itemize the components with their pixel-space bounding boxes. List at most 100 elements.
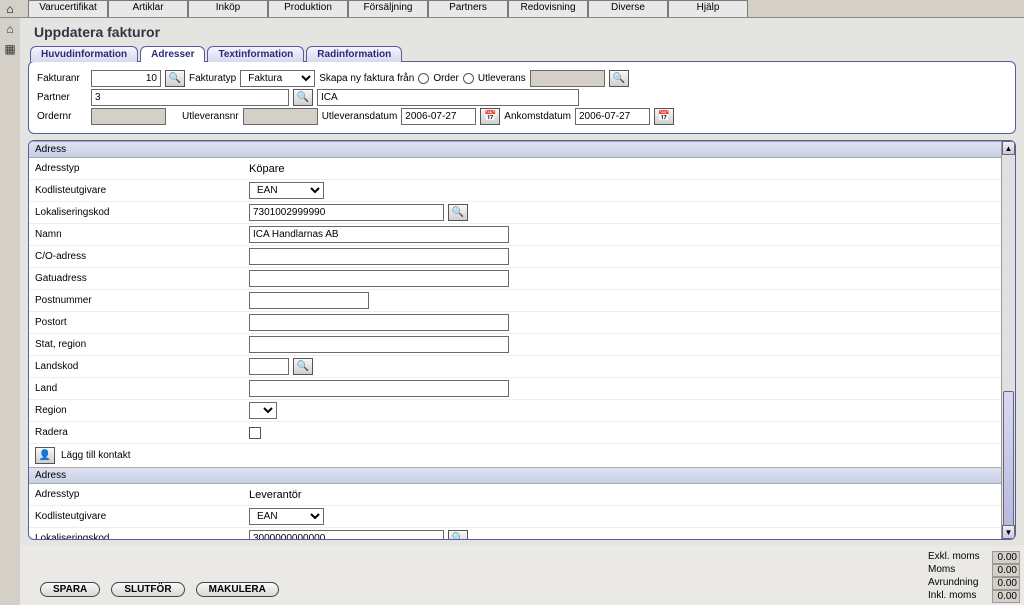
lokal1-label: Lokaliseringskod <box>29 207 249 218</box>
totals-box: Exkl. moms0.00 Moms0.00 Avrundning0.00 I… <box>928 551 1020 603</box>
utleveransnr-input[interactable] <box>243 108 318 125</box>
ankomstdatum-calendar-icon[interactable]: 📅 <box>654 108 674 125</box>
fakturatyp-select[interactable]: Faktura <box>240 70 315 87</box>
gatu1-input[interactable] <box>249 270 509 287</box>
ordernr-label: Ordernr <box>37 111 87 122</box>
left-sidebar: ⌂ ▦ <box>0 18 20 56</box>
partner-label: Partner <box>37 92 87 103</box>
tab-radinformation[interactable]: Radinformation <box>306 46 402 62</box>
lokal2-search-icon[interactable]: 🔍 <box>448 530 468 539</box>
utleverans-radio[interactable] <box>463 73 474 84</box>
stat1-label: Stat, region <box>29 339 249 350</box>
fakturanr-search-icon[interactable]: 🔍 <box>165 70 185 87</box>
kodlist2-label: Kodlisteutgivare <box>29 511 249 522</box>
tab-row: Huvudinformation Adresser Textinformatio… <box>30 46 1020 62</box>
address-scroll-panel: Adress AdresstypKöpare KodlisteutgivareE… <box>28 140 1016 540</box>
avr-value: 0.00 <box>992 577 1020 590</box>
header-card: Fakturanr 🔍 Fakturatyp Faktura Skapa ny … <box>28 61 1016 134</box>
adresstyp1-value: Köpare <box>249 163 284 175</box>
scroll-thumb[interactable] <box>1003 391 1014 531</box>
makulera-button[interactable]: MAKULERA <box>196 582 279 597</box>
toolbar-forsaljning[interactable]: Försäljning <box>348 0 428 17</box>
kodlist1-label: Kodlisteutgivare <box>29 185 249 196</box>
land1-label: Land <box>29 383 249 394</box>
add-contact-label[interactable]: Lägg till kontakt <box>61 450 131 461</box>
partner-code-input[interactable] <box>91 89 289 106</box>
tab-adresser[interactable]: Adresser <box>140 46 205 62</box>
utleverans-input[interactable] <box>530 70 605 87</box>
skapa-label: Skapa ny faktura från <box>319 73 414 84</box>
address2-header: Adress <box>29 467 1001 484</box>
land1-input[interactable] <box>249 380 509 397</box>
home-icon-2[interactable]: ⌂ <box>6 22 13 36</box>
lokal2-input[interactable] <box>249 530 444 539</box>
toolbar-partners[interactable]: Partners <box>428 0 508 17</box>
postnr1-input[interactable] <box>249 292 369 309</box>
radera1-label: Radera <box>29 427 249 438</box>
region1-select[interactable] <box>249 402 277 419</box>
radera1-checkbox[interactable] <box>249 427 261 439</box>
inkl-label: Inkl. moms <box>928 590 988 603</box>
stat1-input[interactable] <box>249 336 509 353</box>
partner-name-input[interactable] <box>317 89 579 106</box>
toolbar-hjalp[interactable]: Hjälp <box>668 0 748 17</box>
tab-huvudinformation[interactable]: Huvudinformation <box>30 46 138 62</box>
spara-button[interactable]: SPARA <box>40 582 100 597</box>
toolbar-inkop[interactable]: Inköp <box>188 0 268 17</box>
utleveransnr-label: Utleveransnr <box>182 111 239 122</box>
ordernr-input[interactable] <box>91 108 166 125</box>
footer: SPARA SLUTFÖR MAKULERA Exkl. moms0.00 Mo… <box>20 545 1024 605</box>
tab-textinformation[interactable]: Textinformation <box>207 46 304 62</box>
toolbar-produktion[interactable]: Produktion <box>268 0 348 17</box>
page-title: Uppdatera fakturor <box>34 24 1016 40</box>
lokal1-search-icon[interactable]: 🔍 <box>448 204 468 221</box>
gatu1-label: Gatuadress <box>29 273 249 284</box>
lokal2-label: Lokaliseringskod <box>29 533 249 539</box>
kodlist2-select[interactable]: EAN <box>249 508 324 525</box>
slutfor-button[interactable]: SLUTFÖR <box>111 582 184 597</box>
order-label: Order <box>433 73 459 84</box>
toolbar-artiklar[interactable]: Artiklar <box>108 0 188 17</box>
namn1-input[interactable] <box>249 226 509 243</box>
landskod1-label: Landskod <box>29 361 249 372</box>
kodlist1-select[interactable]: EAN <box>249 182 324 199</box>
fakturatyp-label: Fakturatyp <box>189 73 236 84</box>
toolbar-diverse[interactable]: Diverse <box>588 0 668 17</box>
landskod1-search-icon[interactable]: 🔍 <box>293 358 313 375</box>
adresstyp2-value: Leverantör <box>249 489 302 501</box>
lokal1-input[interactable] <box>249 204 444 221</box>
landskod1-input[interactable] <box>249 358 289 375</box>
utleveransdatum-calendar-icon[interactable]: 📅 <box>480 108 500 125</box>
toolbar-redovisning[interactable]: Redovisning <box>508 0 588 17</box>
utleveransdatum-input[interactable] <box>401 108 476 125</box>
main-toolbar: ⌂ Varucertifikat Artiklar Inköp Produkti… <box>0 0 1024 18</box>
scroll-up-icon[interactable]: ▲ <box>1002 141 1015 155</box>
utleveransdatum-label: Utleveransdatum <box>322 111 398 122</box>
utleverans-search-icon[interactable]: 🔍 <box>609 70 629 87</box>
grid-icon[interactable]: ▦ <box>4 42 15 56</box>
co1-input[interactable] <box>249 248 509 265</box>
exkl-value: 0.00 <box>992 551 1020 564</box>
home-icon[interactable]: ⌂ <box>0 0 20 17</box>
order-radio[interactable] <box>418 73 429 84</box>
ankomstdatum-input[interactable] <box>575 108 650 125</box>
vertical-scrollbar[interactable]: ▲ ▼ <box>1001 141 1015 539</box>
utleverans-label: Utleverans <box>478 73 526 84</box>
partner-search-icon[interactable]: 🔍 <box>293 89 313 106</box>
add-contact-icon[interactable]: 👤 <box>35 447 55 464</box>
moms-value: 0.00 <box>992 564 1020 577</box>
fakturanr-label: Fakturanr <box>37 73 87 84</box>
adresstyp1-label: Adresstyp <box>29 163 249 174</box>
postnr1-label: Postnummer <box>29 295 249 306</box>
avr-label: Avrundning <box>928 577 988 590</box>
ankomstdatum-label: Ankomstdatum <box>504 111 571 122</box>
address1-header: Adress <box>29 141 1001 158</box>
postort1-label: Postort <box>29 317 249 328</box>
region1-label: Region <box>29 405 249 416</box>
exkl-label: Exkl. moms <box>928 551 988 564</box>
postort1-input[interactable] <box>249 314 509 331</box>
fakturanr-input[interactable] <box>91 70 161 87</box>
scroll-down-icon[interactable]: ▼ <box>1002 525 1015 539</box>
toolbar-varucertifikat[interactable]: Varucertifikat <box>28 0 108 17</box>
co1-label: C/O-adress <box>29 251 249 262</box>
